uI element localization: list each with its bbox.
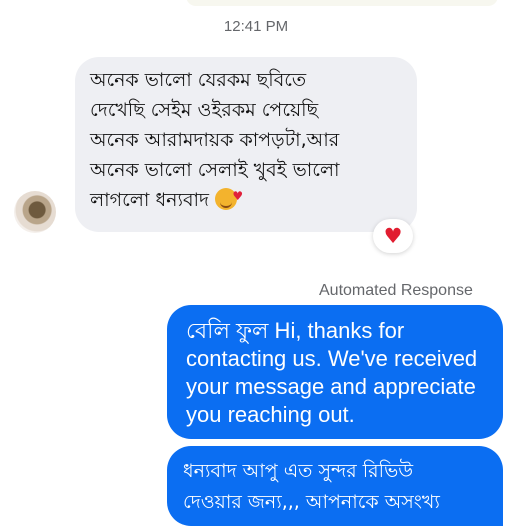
outgoing-message-line: বেলি ফুল Hi, thanks for (186, 318, 405, 343)
heart-icon: ♥ (383, 224, 403, 248)
incoming-message-line: দেখেছি সেইম ওইরকম পেয়েছি (90, 99, 319, 121)
incoming-message-last-line: লাগলো ধন্যবাদ (90, 181, 407, 215)
outgoing-message-2-line: দেওয়ার জন্য,,, আপনাকে অসংখ্য (183, 491, 440, 513)
incoming-message-line: অনেক ভালো যেরকম ছবিতে (90, 69, 307, 91)
message-timestamp: 12:41 PM (223, 18, 289, 35)
heart-reaction[interactable]: ♥ (373, 219, 413, 253)
incoming-message-line: অনেক আরামদায়ক কাপড়টা,আর (90, 129, 340, 151)
sender-avatar[interactable] (14, 191, 56, 233)
outgoing-message-2-line: ধন্যবাদ আপু এত সুন্দর রিভিউ (183, 460, 414, 482)
automated-response-label: Automated Response (319, 282, 473, 299)
outgoing-message-bubble-2[interactable]: ধন্যবাদ আপু এত সুন্দর রিভিউ দেওয়ার জন্য… (167, 446, 503, 526)
smiling-face-with-hearts-icon (215, 181, 243, 211)
outgoing-message-line: you reaching out. (186, 402, 355, 427)
incoming-message-line-text: লাগলো ধন্যবাদ (90, 189, 210, 211)
previous-message-bubble (186, 0, 498, 6)
outgoing-message-bubble[interactable]: বেলি ফুল Hi, thanks for contacting us. W… (167, 305, 503, 439)
incoming-message-line: অনেক ভালো সেলাই খুবই ভালো (90, 159, 340, 181)
outgoing-message-line: contacting us. We've received (186, 346, 478, 371)
outgoing-message-line: your message and appreciate (186, 374, 476, 399)
incoming-message-bubble[interactable]: অনেক ভালো যেরকম ছবিতে দেখেছি সেইম ওইরকম … (75, 57, 417, 232)
